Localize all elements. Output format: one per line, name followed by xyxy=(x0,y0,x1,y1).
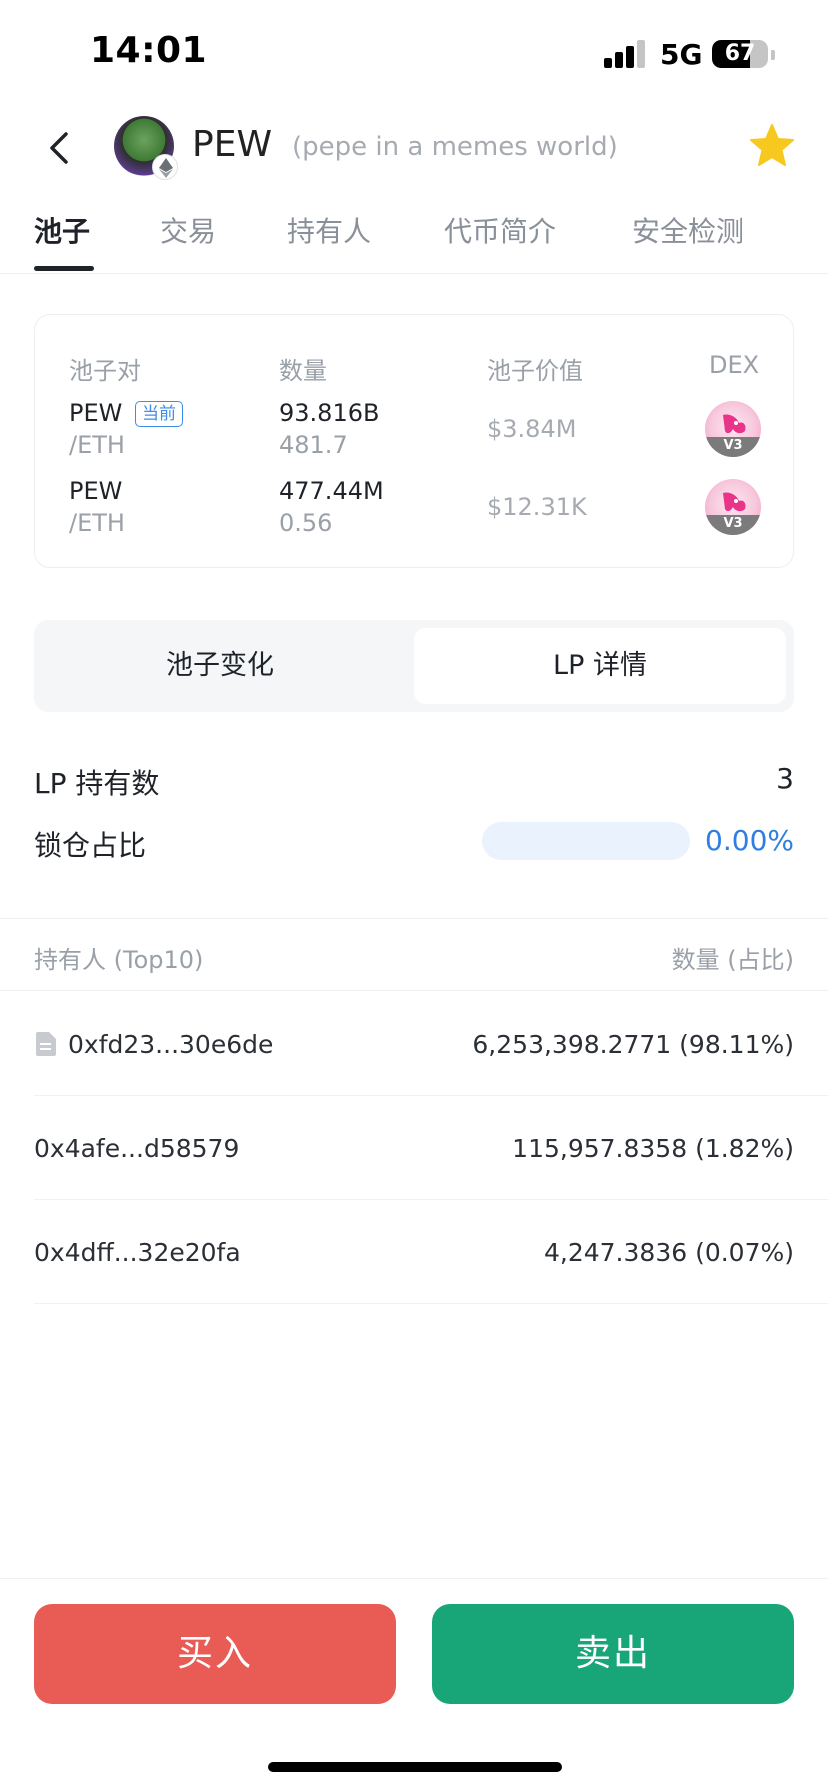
holder-address[interactable]: 0x4afe...d58579 xyxy=(34,1134,239,1163)
lock-ratio-bar xyxy=(482,822,690,860)
lp-holders-label: LP 持有数 xyxy=(34,767,160,800)
ethereum-icon xyxy=(152,154,178,180)
token-symbol: PEW xyxy=(192,124,273,165)
holder-address[interactable]: 0xfd23...30e6de xyxy=(68,1030,273,1059)
uniswap-v3-icon: V3 xyxy=(705,401,761,457)
battery-icon: 67 xyxy=(712,40,768,68)
pair-base-symbol: PEW xyxy=(69,477,123,505)
holders-header-divider xyxy=(0,990,828,991)
status-bar: 14:01 5G 67 xyxy=(0,0,828,100)
pool-header-quantity: 数量 xyxy=(279,357,327,385)
quote-quantity: 481.7 xyxy=(279,431,348,459)
current-pool-badge: 当前 xyxy=(135,401,183,427)
holder-address[interactable]: 0x4dff...32e20fa xyxy=(34,1238,241,1267)
document-icon xyxy=(36,1032,56,1056)
holder-amount: 4,247.3836 (0.07%) xyxy=(543,1238,794,1267)
tab-holders[interactable]: 持有人 xyxy=(287,210,371,250)
lock-ratio-value: 0.00% xyxy=(705,824,794,857)
pool-row[interactable]: PEW 当前 /ETH 93.816B 481.7 $3.84M V3 xyxy=(35,399,795,469)
lock-ratio-label: 锁仓占比 xyxy=(34,829,147,862)
battery-level: 67 xyxy=(724,41,756,66)
pair-base-symbol: PEW xyxy=(69,399,123,427)
favorite-star-icon[interactable] xyxy=(748,122,796,170)
active-tab-indicator xyxy=(34,266,94,271)
pool-row[interactable]: PEW /ETH 477.44M 0.56 $12.31K V3 xyxy=(35,477,795,547)
tab-pool[interactable]: 池子 xyxy=(34,210,90,250)
base-quantity: 93.816B xyxy=(279,399,380,427)
dex-version: V3 xyxy=(705,437,761,457)
holder-row[interactable]: 0x4dff...32e20fa 4,247.3836 (0.07%) xyxy=(0,1200,828,1304)
battery-cap xyxy=(771,50,775,60)
pool-value: $3.84M xyxy=(487,415,577,443)
pool-header-dex: DEX xyxy=(709,351,760,379)
status-time: 14:01 xyxy=(90,30,208,71)
network-type: 5G xyxy=(660,38,703,71)
back-arrow-icon[interactable] xyxy=(40,128,80,168)
lp-holders-value: 3 xyxy=(776,762,794,795)
tab-security-check[interactable]: 安全检测 xyxy=(632,210,744,250)
base-quantity: 477.44M xyxy=(279,477,384,505)
tab-trades[interactable]: 交易 xyxy=(160,210,216,250)
segment-pool-changes[interactable]: 池子变化 xyxy=(42,628,398,704)
bottom-bar-divider xyxy=(0,1578,828,1579)
sell-button[interactable]: 卖出 xyxy=(432,1604,794,1704)
holder-row[interactable]: 0x4afe...d58579 115,957.8358 (1.82%) xyxy=(0,1096,828,1200)
uniswap-v3-icon: V3 xyxy=(705,479,761,535)
pair-quote-symbol: /ETH xyxy=(69,509,125,537)
pool-card: 池子对 数量 池子价值 DEX PEW 当前 /ETH 93.816B 481.… xyxy=(34,314,794,568)
holder-amount: 6,253,398.2771 (98.11%) xyxy=(472,1030,794,1059)
dex-version: V3 xyxy=(705,515,761,535)
row-divider xyxy=(34,1303,828,1304)
token-full-name: (pepe in a memes world) xyxy=(292,132,618,162)
pair-quote-symbol: /ETH xyxy=(69,431,125,459)
section-divider xyxy=(0,918,828,919)
pool-value: $12.31K xyxy=(487,493,587,521)
pool-header-pair: 池子对 xyxy=(69,357,141,385)
segment-lp-details[interactable]: LP 详情 xyxy=(414,628,786,704)
tab-bar: 池子 交易 持有人 代币简介 安全检测 xyxy=(0,210,828,274)
buy-button[interactable]: 买入 xyxy=(34,1604,396,1704)
tab-token-info[interactable]: 代币简介 xyxy=(444,210,556,250)
holder-amount: 115,957.8358 (1.82%) xyxy=(512,1134,794,1163)
lp-segmented-control: 池子变化 LP 详情 xyxy=(34,620,794,712)
holders-header-amount: 数量 (占比) xyxy=(671,946,794,974)
pool-header-value: 池子价值 xyxy=(487,357,583,385)
token-header: PEW (pepe in a memes world) xyxy=(0,108,828,188)
signal-icon xyxy=(604,40,648,68)
holder-row[interactable]: 0xfd23...30e6de 6,253,398.2771 (98.11%) xyxy=(0,992,828,1096)
holders-header-label: 持有人 (Top10) xyxy=(34,946,204,974)
home-indicator[interactable] xyxy=(268,1762,562,1772)
quote-quantity: 0.56 xyxy=(279,509,333,537)
